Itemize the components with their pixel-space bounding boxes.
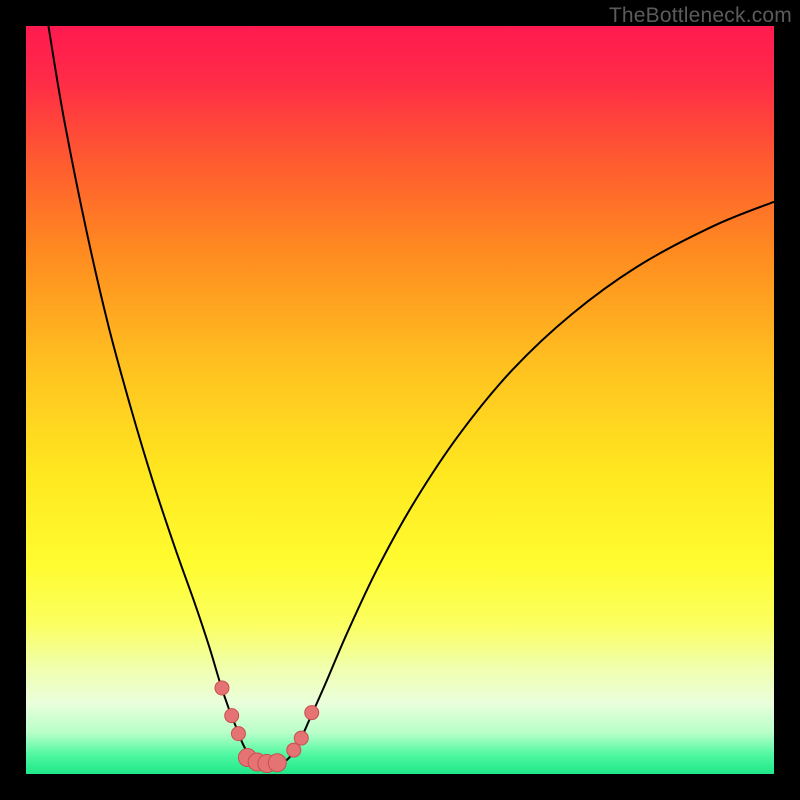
watermark-text: TheBottleneck.com [609, 4, 792, 28]
marker-dot [225, 709, 239, 723]
marker-dot [215, 681, 229, 695]
marker-dot [305, 706, 319, 720]
marker-dot [231, 727, 245, 741]
marker-dot [287, 743, 301, 757]
bottleneck-chart [26, 26, 774, 774]
marker-dot [268, 754, 286, 772]
chart-frame [26, 26, 774, 774]
marker-dot [294, 731, 308, 745]
gradient-background [26, 26, 774, 774]
